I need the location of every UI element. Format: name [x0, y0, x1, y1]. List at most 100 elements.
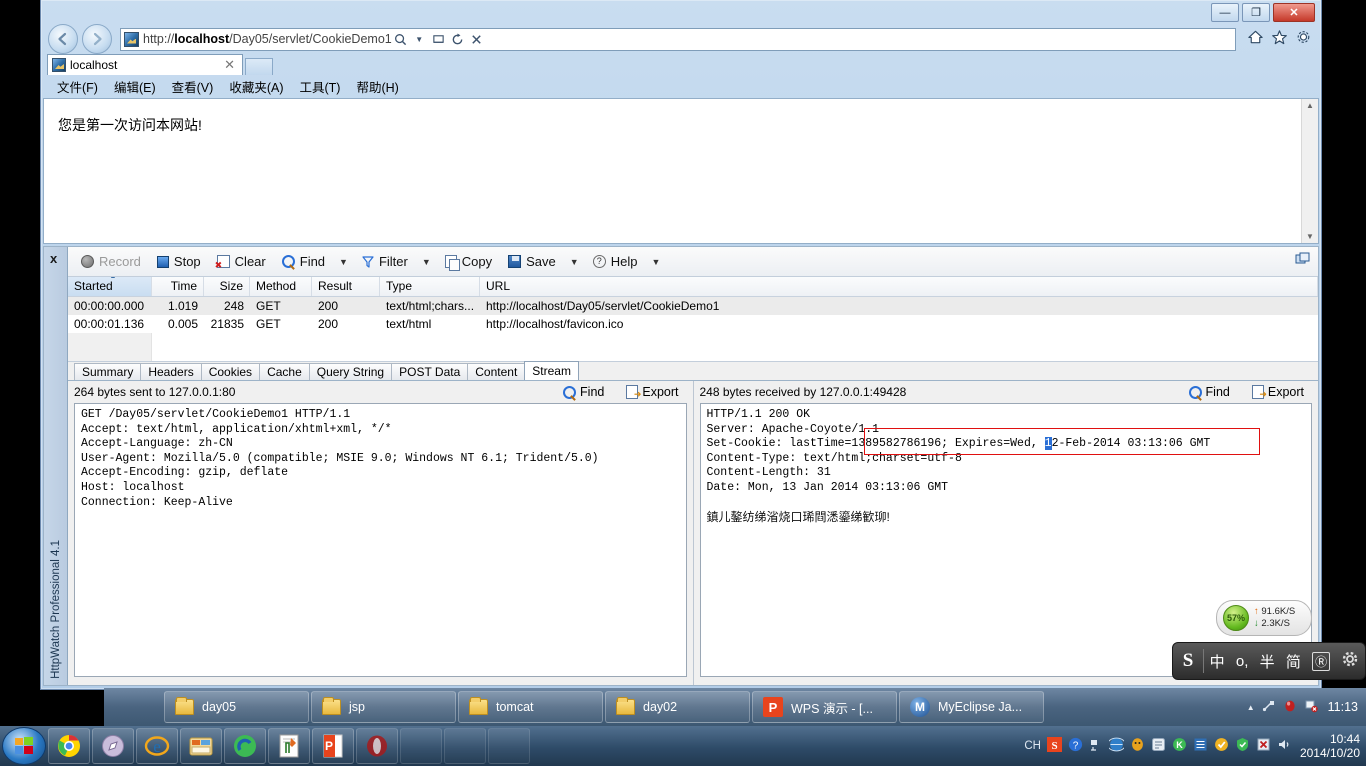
- save-dropdown-caret-icon[interactable]: ▼: [565, 255, 584, 269]
- menu-item-view[interactable]: 查看(V): [164, 76, 222, 97]
- quicklaunch-safari[interactable]: [92, 728, 134, 764]
- tab-query-string[interactable]: Query String: [308, 363, 393, 380]
- response-export-button[interactable]: Export: [1244, 385, 1312, 400]
- search-icon[interactable]: [392, 30, 409, 49]
- taskbar-item-tomcat[interactable]: tomcat: [458, 691, 603, 723]
- filter-button[interactable]: Filter: [355, 252, 415, 271]
- back-button[interactable]: [48, 24, 78, 54]
- kingsoft-tray-icon[interactable]: K: [1172, 737, 1187, 755]
- menu-item-tools[interactable]: 工具(T): [291, 76, 348, 97]
- quicklaunch-extra[interactable]: [488, 728, 530, 764]
- ime-soft-keyboard-icon[interactable]: Ⓡ: [1312, 651, 1331, 671]
- tab-stream[interactable]: Stream: [524, 361, 579, 380]
- taskbar-upper-clock[interactable]: 11:13: [1328, 700, 1366, 714]
- quicklaunch-opera[interactable]: [356, 728, 398, 764]
- copy-button[interactable]: Copy: [438, 252, 499, 271]
- minimize-button[interactable]: —: [1211, 3, 1239, 22]
- stop-button[interactable]: Stop: [150, 252, 208, 271]
- taskbar-item-myeclipse[interactable]: M MyEclipse Ja...: [899, 691, 1044, 723]
- usb-icon[interactable]: [1262, 699, 1276, 716]
- close-button[interactable]: ✕: [1273, 3, 1315, 22]
- column-header-type[interactable]: Type: [380, 277, 480, 296]
- column-header-time[interactable]: Time: [152, 277, 204, 296]
- network-speed-widget[interactable]: 57% ↑ 91.6K/S ↓ 2.3K/S: [1216, 600, 1312, 636]
- quicklaunch-explorer[interactable]: [180, 728, 222, 764]
- tab-content[interactable]: Content: [467, 363, 526, 380]
- gear-icon[interactable]: [1341, 650, 1359, 672]
- tab-cache[interactable]: Cache: [259, 363, 310, 380]
- new-tab-button[interactable]: [245, 58, 273, 75]
- globe-tray-icon[interactable]: [1106, 737, 1126, 755]
- tab-close-icon[interactable]: ✕: [221, 57, 238, 73]
- column-header-method[interactable]: Method: [250, 277, 312, 296]
- stop-icon[interactable]: [468, 30, 485, 49]
- sogou-tray-icon[interactable]: S: [1046, 737, 1062, 755]
- close-red-tray-icon[interactable]: [1256, 737, 1271, 755]
- help-button[interactable]: ? Help: [586, 252, 645, 271]
- tab-cookies[interactable]: Cookies: [200, 363, 261, 380]
- response-stream-body[interactable]: HTTP/1.1 200 OK Server: Apache-Coyote/1.…: [699, 403, 1312, 677]
- shield-red-icon[interactable]: [1283, 699, 1297, 716]
- quicklaunch-powerpoint[interactable]: P: [312, 728, 354, 764]
- request-find-button[interactable]: Find: [555, 385, 612, 399]
- help-tray-icon[interactable]: ?: [1068, 737, 1083, 755]
- request-export-button[interactable]: Export: [618, 385, 686, 400]
- start-button[interactable]: [2, 727, 46, 765]
- refresh-icon[interactable]: [449, 30, 466, 49]
- menu-item-help[interactable]: 帮助(H): [348, 76, 406, 97]
- tab-summary[interactable]: Summary: [74, 363, 142, 380]
- find-button[interactable]: Find: [275, 252, 332, 271]
- show-hidden-icons-icon[interactable]: ▲: [1247, 703, 1255, 712]
- table-row[interactable]: 00:00:01.136 0.005 21835 GET 200 text/ht…: [68, 315, 1318, 333]
- ime-halfwidth-icon[interactable]: 半: [1260, 651, 1275, 672]
- favorites-icon[interactable]: [1270, 29, 1289, 49]
- volume-tray-icon[interactable]: [1277, 737, 1292, 755]
- menu-item-edit[interactable]: 编辑(E): [106, 76, 164, 97]
- quicklaunch-maxthon[interactable]: [224, 728, 266, 764]
- list-tray-icon[interactable]: [1193, 737, 1208, 755]
- menu-item-file[interactable]: 文件(F): [49, 76, 106, 97]
- httpwatch-close-icon[interactable]: x: [50, 251, 57, 266]
- response-find-button[interactable]: Find: [1181, 385, 1238, 399]
- column-header-result[interactable]: Result: [312, 277, 380, 296]
- quicklaunch-browser[interactable]: [444, 728, 486, 764]
- qq-tray-icon[interactable]: [1130, 737, 1145, 755]
- request-stream-body[interactable]: GET /Day05/servlet/CookieDemo1 HTTP/1.1 …: [74, 403, 687, 677]
- find-dropdown-caret-icon[interactable]: ▼: [334, 255, 353, 269]
- column-header-url[interactable]: URL: [480, 277, 1318, 296]
- compatibility-view-icon[interactable]: [430, 30, 447, 49]
- clear-button[interactable]: Clear: [210, 252, 273, 271]
- ime-simplified-icon[interactable]: 简: [1286, 651, 1301, 672]
- ime-language-bar[interactable]: S 中 ο, 半 简 Ⓡ: [1172, 642, 1366, 680]
- taskbar-item-day02[interactable]: day02: [605, 691, 750, 723]
- help-dropdown-caret-icon[interactable]: ▼: [646, 255, 665, 269]
- tab-post-data[interactable]: POST Data: [391, 363, 469, 380]
- flag-error-icon[interactable]: [1304, 699, 1318, 716]
- column-header-started[interactable]: Started: [68, 277, 152, 296]
- quicklaunch-chrome[interactable]: [48, 728, 90, 764]
- address-bar[interactable]: http://localhost/Day05/servlet/CookieDem…: [120, 27, 1236, 51]
- save-button[interactable]: Save: [501, 252, 563, 271]
- scroll-up-icon[interactable]: ▲: [1306, 99, 1314, 112]
- guard-tray-icon[interactable]: [1235, 737, 1250, 755]
- quicklaunch-notepad[interactable]: [268, 728, 310, 764]
- shield-green-tray-icon[interactable]: [1214, 737, 1229, 755]
- menu-item-favorites[interactable]: 收藏夹(A): [221, 76, 291, 97]
- record-button[interactable]: Record: [74, 252, 148, 271]
- taskbar-item-day05[interactable]: day05: [164, 691, 309, 723]
- table-row[interactable]: 00:00:00.000 1.019 248 GET 200 text/html…: [68, 297, 1318, 315]
- forward-button[interactable]: [82, 24, 112, 54]
- ime-punctuation-icon[interactable]: ο,: [1236, 653, 1249, 670]
- app1-tray-icon[interactable]: [1151, 737, 1166, 755]
- ime-mode-chinese[interactable]: 中: [1210, 651, 1225, 672]
- taskbar-item-wps[interactable]: P WPS 演示 - [...: [752, 691, 897, 723]
- httpwatch-undock-icon[interactable]: [1295, 252, 1313, 268]
- scroll-down-icon[interactable]: ▼: [1306, 230, 1314, 243]
- network-tray-icon[interactable]: [1089, 738, 1103, 755]
- tools-gear-icon[interactable]: [1294, 29, 1313, 49]
- quicklaunch-ie[interactable]: e: [136, 728, 178, 764]
- filter-dropdown-caret-icon[interactable]: ▼: [417, 255, 436, 269]
- taskbar-lower-clock[interactable]: 10:44 2014/10/20: [1296, 732, 1366, 760]
- maximize-button[interactable]: ❐: [1242, 3, 1270, 22]
- browser-tab[interactable]: localhost ✕: [47, 54, 243, 75]
